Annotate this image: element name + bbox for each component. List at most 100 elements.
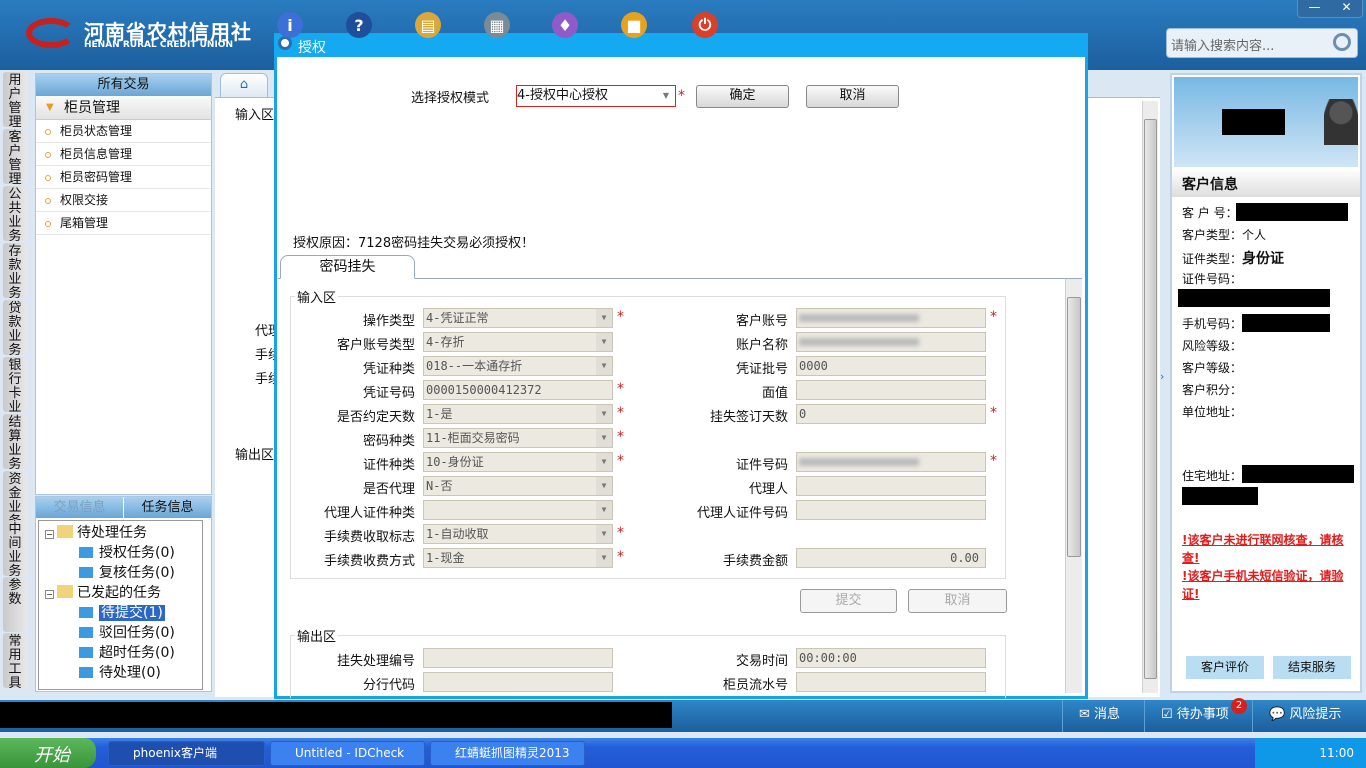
form-cancel-button[interactable]: 取消 xyxy=(908,589,1007,613)
text-field[interactable] xyxy=(796,452,986,472)
skin-icon[interactable]: ♦ xyxy=(552,12,578,38)
taskbar-item-screenshot[interactable]: 红蜻蜓抓图精灵2013 xyxy=(430,741,585,766)
home-tab[interactable]: ⌂ xyxy=(220,73,268,97)
dialog-titlebar[interactable]: 授权 xyxy=(274,33,1088,57)
close-button[interactable]: ✕ xyxy=(1341,0,1351,17)
minimize-button[interactable]: — xyxy=(1308,0,1320,17)
menu-title[interactable]: 所有交易 xyxy=(36,74,211,96)
confirm-button[interactable]: 确定 xyxy=(696,85,789,108)
taskbar-item-phoenix[interactable]: phoenix客户端 xyxy=(108,741,265,766)
tab-password-loss[interactable]: 密码挂失 xyxy=(280,255,415,279)
text-field[interactable]: 0000150000412372 xyxy=(423,380,613,400)
text-field[interactable] xyxy=(796,476,986,496)
task-panel: 交易信息 任务信息 − 待处理任务 授权任务(0) 复核任务(0) − 已发起的任务 待提交… xyxy=(35,496,212,692)
text-field[interactable] xyxy=(423,672,613,692)
text-field[interactable] xyxy=(796,500,986,520)
nav-tab[interactable]: 客户管理 xyxy=(3,129,27,184)
taskbar-item-idcheck[interactable]: Untitled - IDCheck xyxy=(270,741,425,766)
tab-transaction-info[interactable]: 交易信息 xyxy=(36,497,123,518)
menu-item[interactable]: 权限交接 xyxy=(36,189,211,212)
input-legend: 输入区 xyxy=(297,291,337,306)
customer-field: 单位地址： xyxy=(1182,403,1242,420)
customer-evaluate-button[interactable]: 客户评价 xyxy=(1186,656,1264,679)
tree-node[interactable]: 待处理(0) xyxy=(79,662,161,682)
cancel-button[interactable]: 取消 xyxy=(806,85,899,108)
select-field[interactable]: 4-凭证正常 ▼ xyxy=(423,308,613,328)
nav-tab[interactable]: 存款业务 xyxy=(3,243,27,298)
text-field[interactable] xyxy=(796,672,986,692)
tree-node[interactable]: 驳回任务(0) xyxy=(79,622,175,642)
select-field[interactable]: 1-是 ▼ xyxy=(423,404,613,424)
text-field[interactable] xyxy=(796,380,986,400)
tree-node[interactable]: 授权任务(0) xyxy=(79,542,175,562)
select-field[interactable]: 4-存折 ▼ xyxy=(423,332,613,352)
text-field[interactable]: 0 xyxy=(796,404,986,424)
customer-field-value: 个人 xyxy=(1242,228,1267,242)
nav-tab[interactable]: 结算业务 xyxy=(3,414,27,469)
expand-toggle-icon[interactable]: − xyxy=(45,590,54,599)
bg-scrollbar[interactable] xyxy=(1142,101,1158,693)
select-field[interactable]: 1-自动收取 ▼ xyxy=(423,524,613,544)
menu-item[interactable]: 柜员信息管理 xyxy=(36,143,211,166)
info-icon[interactable]: i xyxy=(277,12,303,38)
tree-node[interactable]: − 已发起的任务 xyxy=(45,582,161,602)
dialog-scrollbar[interactable] xyxy=(1065,279,1082,693)
submit-button[interactable]: 提交 xyxy=(800,589,897,613)
panel-collapse-handle[interactable]: › xyxy=(1160,370,1164,383)
menu-item[interactable]: 柜员密码管理 xyxy=(36,166,211,189)
folder-icon xyxy=(79,607,93,618)
select-field[interactable]: 1-现金 ▼ xyxy=(423,548,613,568)
tree-node[interactable]: 复核任务(0) xyxy=(79,562,175,582)
todo-button[interactable]: ☑ 待办事项 2 xyxy=(1144,698,1252,732)
menu-group-teller[interactable]: ▼ 柜员管理 xyxy=(36,96,211,120)
chevron-down-icon: ▼ xyxy=(596,501,612,519)
nav-tab[interactable]: 中间业务 xyxy=(3,521,27,576)
scroll-thumb[interactable] xyxy=(1144,119,1157,679)
auth-mode-select[interactable]: 4-授权中心授权 ▼ xyxy=(516,85,676,107)
field-label: 密码种类 xyxy=(362,434,415,449)
select-field[interactable]: 11-柜面交易密码 ▼ xyxy=(423,428,613,448)
risk-alert-button[interactable]: 💬 风险提示 xyxy=(1252,700,1366,732)
select-field[interactable]: 018--一本通存折 ▼ xyxy=(423,356,613,376)
nav-tab[interactable]: 公共业务 xyxy=(3,186,27,241)
text-field[interactable]: 0000 xyxy=(796,356,986,376)
end-service-button[interactable]: 结束服务 xyxy=(1273,656,1351,679)
tree-node[interactable]: 超时任务(0) xyxy=(79,642,175,662)
nav-tab[interactable]: 资金业务 xyxy=(3,471,27,526)
tree-node[interactable]: − 待处理任务 xyxy=(45,522,147,542)
lock-icon[interactable]: ■ xyxy=(621,12,647,38)
verification-warning-link[interactable]: !该客户未进行联网核查，请核查! xyxy=(1182,531,1358,567)
menu-item[interactable]: 尾箱管理 xyxy=(36,212,211,235)
tab-task-info[interactable]: 任务信息 xyxy=(123,497,211,518)
text-field[interactable]: 0.00 xyxy=(796,548,986,568)
text-field[interactable]: 00:00:00 xyxy=(796,648,986,668)
calculator-icon[interactable]: ▦ xyxy=(484,12,510,38)
nav-tab[interactable]: 贷款业务 xyxy=(3,300,27,355)
select-field[interactable]: N-否 ▼ xyxy=(423,476,613,496)
start-button[interactable]: 开始 xyxy=(0,738,96,768)
customer-field-label: 单位地址： xyxy=(1182,405,1243,419)
text-field[interactable] xyxy=(423,648,613,668)
select-field[interactable]: 10-身份证 ▼ xyxy=(423,452,613,472)
select-field[interactable]: ▼ xyxy=(423,500,613,520)
search-input[interactable]: 请输入搜索内容... xyxy=(1166,28,1358,58)
help-icon[interactable]: ? xyxy=(346,12,372,38)
verification-warning-link[interactable]: !该客户手机未短信验证，请验证! xyxy=(1182,567,1358,603)
nav-tab[interactable]: 银行卡业务 xyxy=(3,357,27,412)
search-icon[interactable] xyxy=(1333,33,1351,51)
field-label: 分行代码 xyxy=(362,678,415,693)
required-marker: * xyxy=(990,453,997,469)
scroll-thumb[interactable] xyxy=(1067,297,1081,557)
nav-tab[interactable]: 用户管理 xyxy=(3,72,27,127)
expand-toggle-icon[interactable]: − xyxy=(45,530,54,539)
power-icon[interactable]: ⏻ xyxy=(692,12,718,38)
text-field[interactable] xyxy=(796,308,986,328)
tree-node[interactable]: 待提交(1) xyxy=(79,602,165,622)
messages-button[interactable]: ✉ 消息 xyxy=(1062,700,1144,732)
required-marker: * xyxy=(617,453,624,469)
text-field[interactable] xyxy=(796,332,986,352)
toolbox-icon[interactable]: ▤ xyxy=(415,12,441,38)
menu-item[interactable]: 柜员状态管理 xyxy=(36,120,211,143)
nav-tab[interactable]: 参数 xyxy=(3,577,27,632)
nav-tab[interactable]: 常用工具 xyxy=(3,633,27,688)
